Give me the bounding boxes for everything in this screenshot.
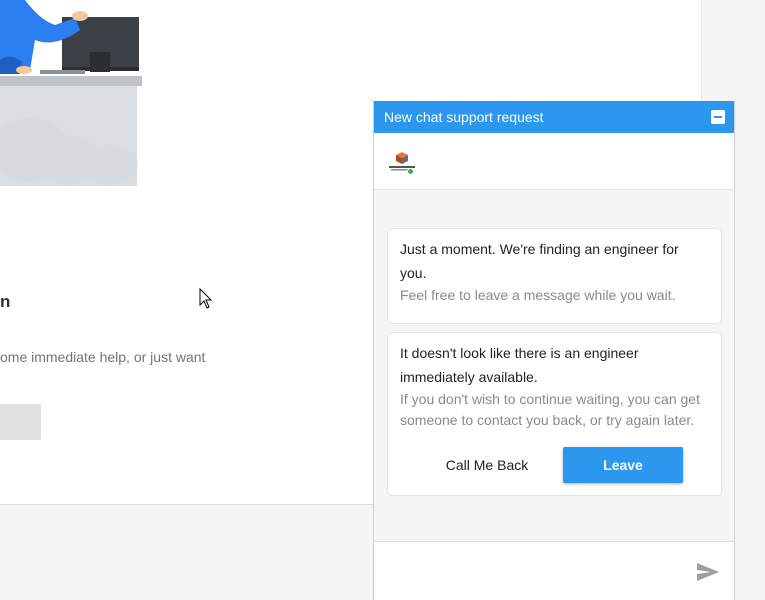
background-heading: n: [0, 292, 11, 311]
leave-button[interactable]: Leave: [563, 447, 683, 483]
background-text: ome immediate help, or just want: [0, 349, 206, 365]
online-status-icon: [407, 168, 414, 175]
message-subtitle: Feel free to leave a message while you w…: [400, 287, 676, 303]
minimize-icon[interactable]: [711, 110, 725, 124]
call-me-back-button[interactable]: Call Me Back: [424, 447, 550, 483]
brand-bar: [374, 133, 734, 190]
message-card: It doesn't look like there is an enginee…: [387, 332, 722, 496]
chat-support-panel: New chat support request Just a moment. …: [373, 101, 735, 600]
message-subtitle: If you don't wish to continue waiting, y…: [400, 391, 700, 428]
message-composer: [374, 541, 734, 600]
message-card: Just a moment. We're finding an engineer…: [387, 228, 722, 324]
support-illustration: [0, 0, 142, 186]
background-button[interactable]: [0, 404, 41, 440]
chat-header-title: New chat support request: [384, 109, 544, 125]
send-icon[interactable]: [696, 562, 720, 582]
message-title: Just a moment. We're finding an engineer…: [400, 241, 679, 281]
chat-header: New chat support request: [374, 101, 734, 133]
message-actions: Call Me Back Leave: [388, 447, 721, 483]
mouse-cursor-icon: [199, 288, 213, 309]
message-input[interactable]: [384, 552, 684, 592]
message-title: It doesn't look like there is an enginee…: [400, 345, 639, 385]
